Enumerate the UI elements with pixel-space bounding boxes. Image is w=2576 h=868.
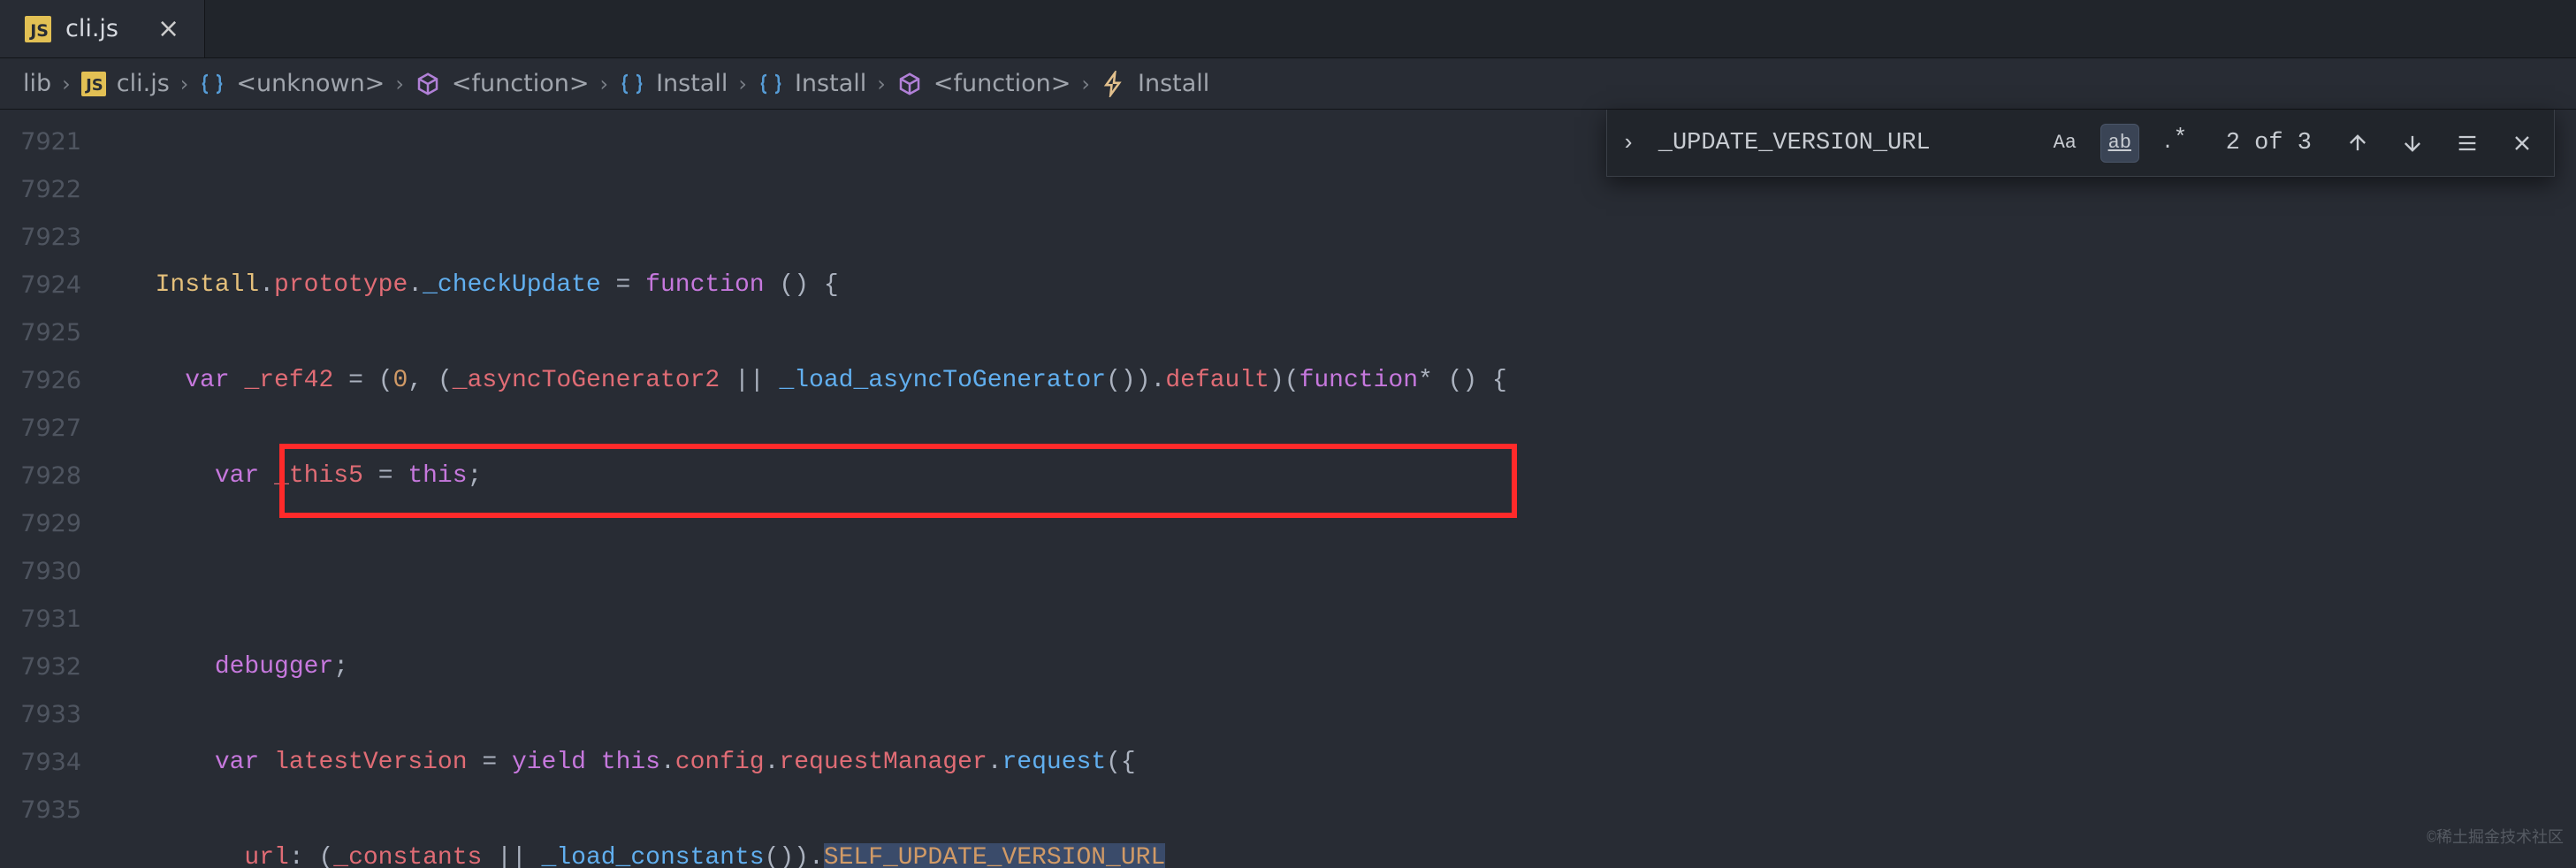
regex-toggle[interactable]: .*	[2155, 124, 2194, 163]
js-file-icon: JS	[81, 72, 106, 96]
line-number: 7933	[0, 691, 99, 739]
editor[interactable]: 7921 7922 7923 7924 7925 7926 7927 7928 …	[0, 110, 2576, 868]
crumb-lib[interactable]: lib	[23, 70, 51, 97]
find-next-button[interactable]	[2393, 124, 2432, 163]
line-number: 7927	[0, 405, 99, 453]
line-gutter: 7921 7922 7923 7924 7925 7926 7927 7928 …	[0, 110, 99, 868]
line-number: 7924	[0, 262, 99, 309]
code-line: var latestVersion = yield this.config.re…	[99, 739, 2576, 787]
match-case-toggle[interactable]: Aa	[2046, 124, 2084, 163]
chevron-right-icon: ›	[599, 72, 608, 96]
watermark: ©稀土掘金技术社区	[2427, 815, 2564, 863]
line-number: 7929	[0, 500, 99, 548]
line-number: 7932	[0, 643, 99, 691]
chevron-right-icon: ›	[1081, 72, 1090, 96]
crumb-file[interactable]: cli.js	[117, 70, 170, 97]
crumb-install2[interactable]: Install	[795, 70, 866, 97]
close-icon[interactable]: ×	[157, 13, 179, 44]
line-number: 7931	[0, 596, 99, 643]
chevron-right-icon: ›	[877, 72, 886, 96]
find-input[interactable]: _UPDATE_VERSION_URL	[1658, 119, 2030, 167]
line-number: 7925	[0, 309, 99, 357]
method-icon	[415, 71, 441, 97]
crumb-fn1[interactable]: <function>	[452, 70, 590, 97]
crumb-install1[interactable]: Install	[656, 70, 728, 97]
namespace-icon	[199, 71, 225, 97]
crumb-install3[interactable]: Install	[1138, 70, 1209, 97]
code-line: url: (_constants || _load_constants()).S…	[99, 834, 2576, 868]
close-icon[interactable]	[2503, 124, 2542, 163]
event-icon	[1101, 71, 1127, 97]
namespace-icon	[758, 71, 784, 97]
chevron-right-icon: ›	[738, 72, 747, 96]
code-line: debugger;	[99, 643, 2576, 691]
namespace-icon	[619, 71, 645, 97]
line-number: 7921	[0, 118, 99, 166]
line-number: 7935	[0, 787, 99, 834]
line-number: 7922	[0, 166, 99, 214]
code-line: var _ref42 = (0, (_asyncToGenerator2 || …	[99, 357, 2576, 405]
line-number: 7928	[0, 453, 99, 500]
crumb-fn2[interactable]: <function>	[934, 70, 1071, 97]
line-number: 7926	[0, 357, 99, 405]
breadcrumb: lib › JS cli.js › <unknown> › <function>…	[0, 58, 2576, 110]
line-number: 7923	[0, 214, 99, 262]
line-number: 7934	[0, 739, 99, 787]
tab-filename: cli.js	[65, 15, 118, 42]
code-line: Install.prototype._checkUpdate = functio…	[99, 262, 2576, 309]
line-number: 7930	[0, 548, 99, 596]
crumb-unknown[interactable]: <unknown>	[236, 70, 385, 97]
find-position: 2 of 3	[2226, 119, 2312, 167]
tab-bar: JS cli.js ×	[0, 0, 2576, 58]
match-whole-word-toggle[interactable]: ab	[2100, 124, 2139, 163]
chevron-right-icon[interactable]: ›	[1614, 119, 1642, 167]
code-line: var _this5 = this;	[99, 453, 2576, 500]
code-area[interactable]: Install.prototype._checkUpdate = functio…	[99, 110, 2576, 868]
chevron-right-icon: ›	[62, 72, 71, 96]
chevron-right-icon: ›	[180, 72, 189, 96]
search-match: SELF_UPDATE_VERSION_URL	[824, 843, 1165, 868]
tab-cli-js[interactable]: JS cli.js ×	[0, 0, 205, 57]
chevron-right-icon: ›	[395, 72, 404, 96]
method-icon	[896, 71, 923, 97]
find-widget: › _UPDATE_VERSION_URL Aa ab .* 2 of 3	[1606, 110, 2555, 177]
find-previous-button[interactable]	[2338, 124, 2377, 163]
find-in-selection-button[interactable]	[2448, 124, 2487, 163]
code-line	[99, 548, 2576, 596]
js-file-icon: JS	[25, 16, 51, 42]
